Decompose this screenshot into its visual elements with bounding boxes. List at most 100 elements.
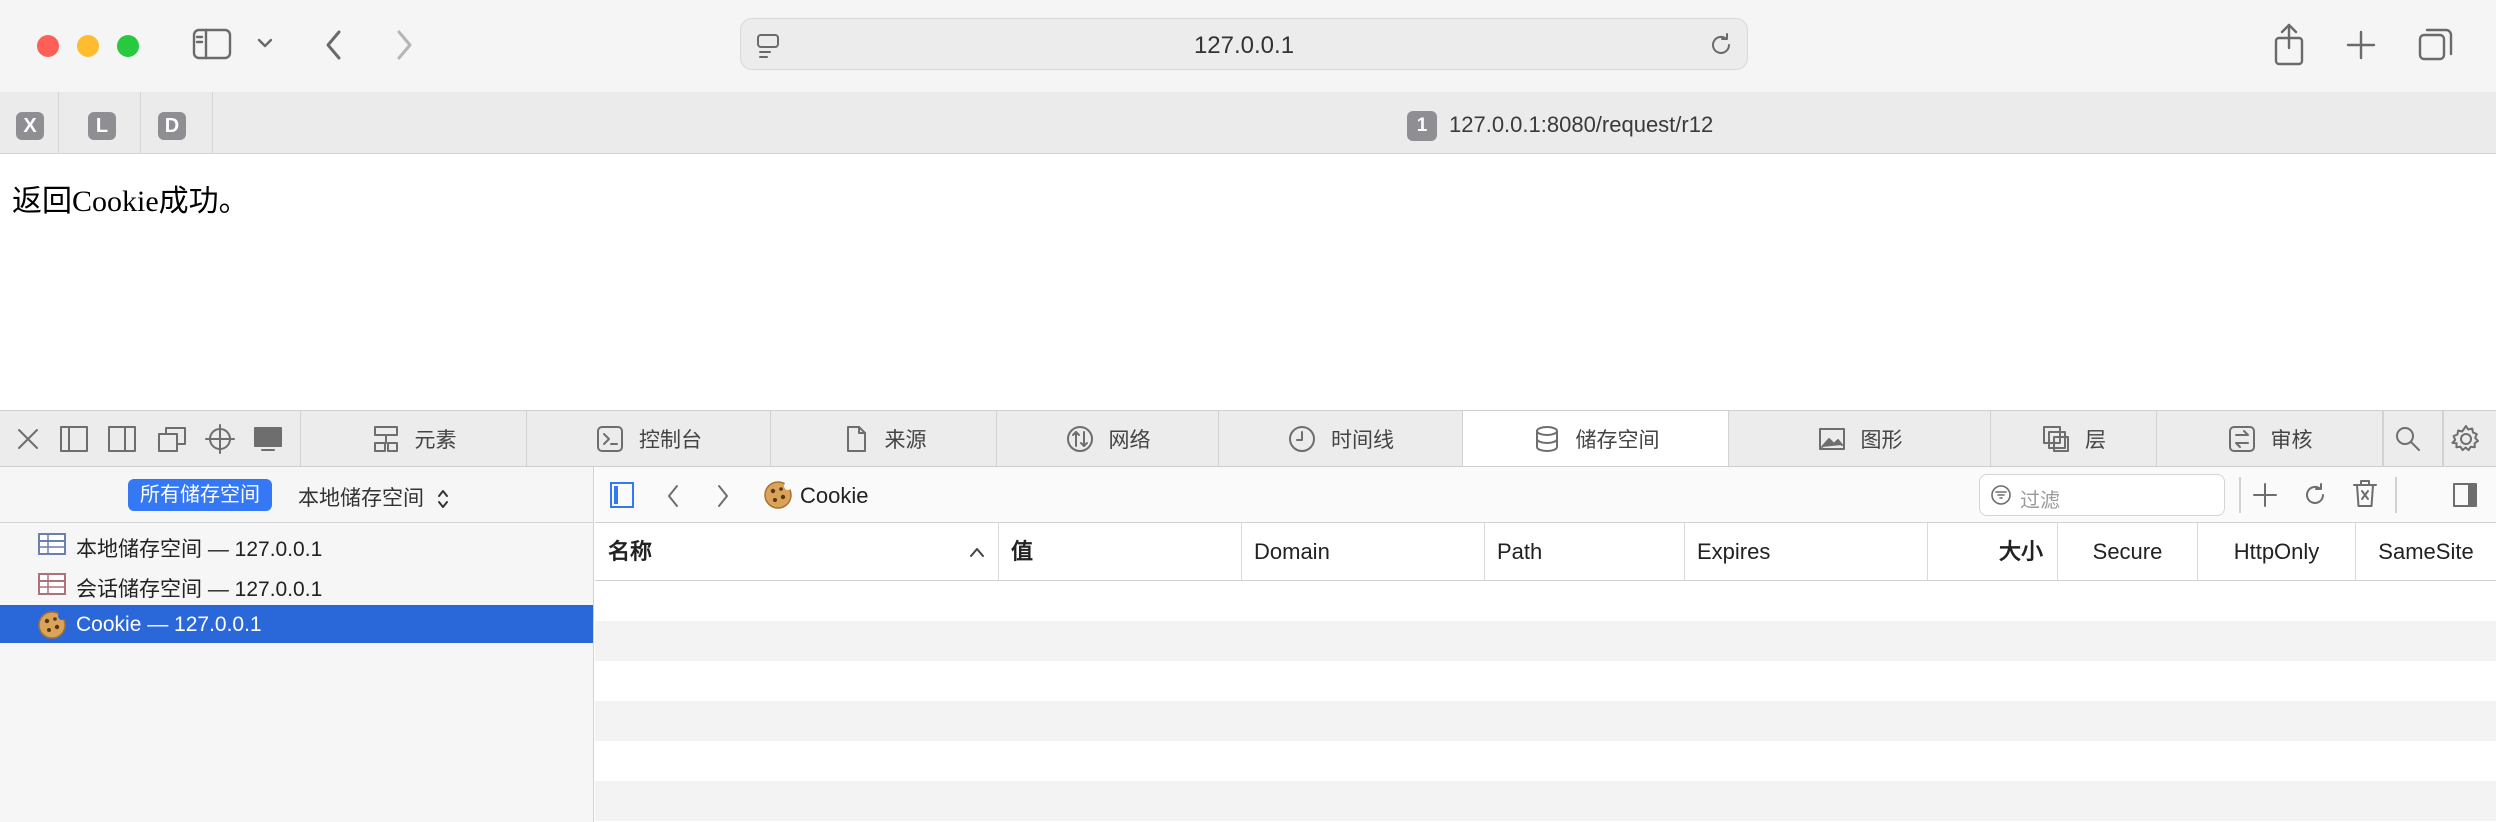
column-samesite-label: SameSite (2378, 539, 2474, 564)
storage-type-select[interactable]: 本地储存空间 (298, 482, 450, 512)
forward-icon[interactable] (715, 483, 731, 509)
tab-audit[interactable]: 审核 (2156, 411, 2382, 466)
empty-row (595, 581, 2496, 621)
refresh-icon[interactable] (2301, 481, 2329, 509)
page-text: 返回Cookie成功。 (12, 185, 249, 218)
add-icon[interactable] (2251, 481, 2279, 509)
column-name[interactable]: 名称 (595, 523, 998, 581)
sidebar-item-cookies[interactable]: Cookie — 127.0.0.1 (0, 605, 593, 643)
title-bar: 127.0.0.1 (0, 0, 2496, 92)
tab-sources[interactable]: 来源 (770, 411, 996, 466)
column-secure[interactable]: Secure (2057, 523, 2197, 581)
sidebar-toggle-icon[interactable] (192, 28, 232, 60)
tab-timeline[interactable]: 时间线 (1218, 411, 1462, 466)
audit-icon (2227, 424, 2257, 454)
toggle-navigation-sidebar-icon[interactable] (609, 481, 635, 509)
tab-graphics-label: 图形 (1860, 428, 1903, 452)
tab-graphics[interactable]: 图形 (1728, 411, 1990, 466)
device-preview-icon[interactable] (252, 423, 284, 455)
pinned-tab-x[interactable]: X (0, 92, 59, 153)
back-icon[interactable] (324, 29, 344, 61)
console-icon (595, 424, 625, 454)
empty-row (595, 741, 2496, 781)
pinned-tab-d[interactable]: D (140, 92, 213, 153)
tab-console[interactable]: 控制台 (526, 411, 770, 466)
database-icon (1532, 424, 1562, 454)
sidebar-header: 所有储存空间 本地储存空间 (0, 467, 594, 523)
active-tab[interactable]: 1 127.0.0.1:8080/request/r12 (212, 92, 2496, 153)
column-path[interactable]: Path (1484, 523, 1684, 581)
tab-strip: X L D 1 127.0.0.1:8080/request/r12 (0, 92, 2496, 154)
storage-type-value: 本地储存空间 (298, 487, 424, 510)
tab-layers[interactable]: 层 (1990, 411, 2156, 466)
column-domain[interactable]: Domain (1241, 523, 1484, 581)
tab-badge: 1 (1407, 111, 1437, 141)
search-icon[interactable] (2392, 423, 2424, 455)
tab-audit-label: 审核 (2270, 428, 2313, 452)
empty-row (595, 621, 2496, 661)
column-name-label: 名称 (608, 539, 653, 564)
close-window-button[interactable] (37, 35, 59, 57)
gear-icon[interactable] (2450, 423, 2482, 455)
tab-console-label: 控制台 (639, 428, 702, 452)
table-header: 名称 值 Domain Path Expires 大小 Secure HttpO… (595, 523, 2496, 581)
address-bar[interactable]: 127.0.0.1 (740, 18, 1748, 70)
reload-icon[interactable] (1707, 31, 1735, 59)
dock-bottom-icon[interactable] (58, 423, 90, 455)
column-expires[interactable]: Expires (1684, 523, 1927, 581)
table-body (595, 581, 2496, 822)
new-tab-icon[interactable] (2346, 30, 2376, 60)
sidebar-item-session-storage[interactable]: 会话储存空间 — 127.0.0.1 (0, 565, 593, 603)
timeline-icon (1287, 424, 1317, 454)
tab-storage[interactable]: 储存空间 (1462, 411, 1728, 466)
dock-side-icon[interactable] (106, 423, 138, 455)
column-value[interactable]: 值 (998, 523, 1241, 581)
tab-network-label: 网络 (1108, 428, 1151, 452)
sort-ascending-icon (968, 545, 986, 559)
tab-elements-label: 元素 (414, 428, 457, 452)
divider (2442, 411, 2444, 466)
tab-layers-label: 层 (2085, 428, 2106, 452)
pinned-tab-d-label: D (158, 112, 186, 140)
share-icon[interactable] (2272, 22, 2306, 66)
column-size[interactable]: 大小 (1927, 523, 2057, 581)
undock-icon[interactable] (156, 423, 188, 455)
inspect-element-icon[interactable] (204, 423, 236, 455)
all-storage-button[interactable]: 所有储存空间 (128, 479, 272, 511)
divider (2382, 411, 2384, 466)
details-sidebar-icon[interactable] (2451, 481, 2479, 509)
panel-nav-bar: Cookie 过滤 (595, 467, 2496, 523)
tab-elements[interactable]: 元素 (300, 411, 526, 466)
layers-icon (2041, 424, 2071, 454)
column-domain-label: Domain (1254, 539, 1330, 564)
pinned-tab-l[interactable]: L (78, 92, 141, 153)
zoom-window-button[interactable] (117, 35, 139, 57)
column-value-label: 值 (1011, 539, 1034, 564)
document-icon (841, 424, 871, 454)
minimize-window-button[interactable] (77, 35, 99, 57)
address-text: 127.0.0.1 (1193, 32, 1295, 59)
close-devtools-icon[interactable] (12, 423, 44, 455)
breadcrumb[interactable]: Cookie (800, 483, 868, 509)
tab-overview-icon[interactable] (2418, 26, 2454, 62)
filter-input[interactable]: 过滤 (1979, 474, 2225, 516)
sidebar-item-label: 本地储存空间 — 127.0.0.1 (76, 538, 323, 561)
column-path-label: Path (1497, 539, 1543, 564)
web-page: 返回Cookie成功。 (0, 154, 2496, 410)
table-icon (38, 533, 66, 555)
divider (2239, 477, 2241, 513)
tab-timeline-label: 时间线 (1331, 428, 1394, 452)
column-samesite[interactable]: SameSite (2355, 523, 2496, 581)
column-expires-label: Expires (1697, 539, 1771, 564)
tab-title: 127.0.0.1:8080/request/r12 (1449, 112, 1714, 137)
column-httponly[interactable]: HttpOnly (2197, 523, 2355, 581)
forward-icon[interactable] (394, 29, 414, 61)
image-icon (1817, 424, 1847, 454)
sidebar-item-local-storage[interactable]: 本地储存空间 — 127.0.0.1 (0, 525, 593, 563)
tab-network[interactable]: 网络 (996, 411, 1218, 466)
cookie-icon (763, 480, 793, 510)
up-down-chevron-icon (436, 487, 450, 511)
chevron-down-icon[interactable] (256, 36, 274, 50)
delete-icon[interactable] (2351, 479, 2379, 509)
back-icon[interactable] (665, 483, 681, 509)
